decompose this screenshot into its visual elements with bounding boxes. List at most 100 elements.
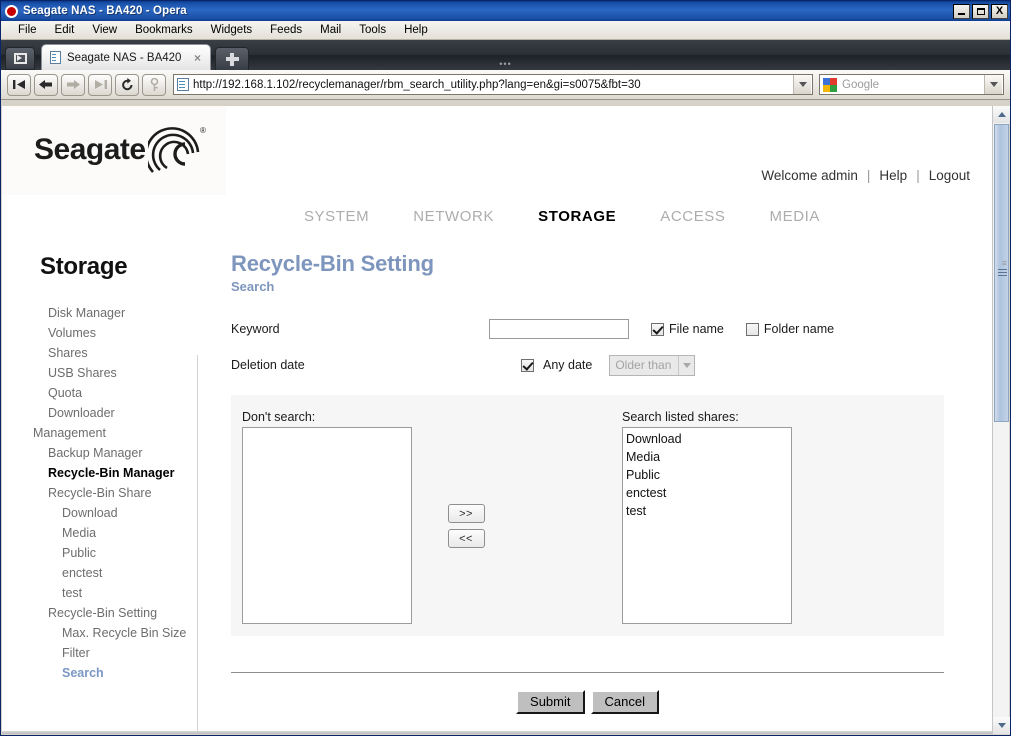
folder-name-checkbox-group[interactable]: Folder name: [745, 322, 835, 336]
last-page-button[interactable]: [88, 73, 112, 96]
scrollbar-grip: [998, 269, 1007, 277]
older-than-select[interactable]: Older than: [609, 354, 696, 376]
sidebar-item-test[interactable]: test: [2, 583, 197, 603]
any-date-checkbox[interactable]: [521, 358, 534, 372]
sidebar-item-enctest[interactable]: enctest: [2, 563, 197, 583]
nav-media[interactable]: MEDIA: [770, 208, 821, 225]
help-link[interactable]: Help: [879, 168, 907, 183]
transfer-buttons: >> <<: [421, 410, 511, 624]
menu-bar: File Edit View Bookmarks Widgets Feeds M…: [1, 21, 1010, 40]
scroll-down-button[interactable]: [993, 717, 1010, 734]
nav-storage[interactable]: STORAGE: [538, 208, 616, 225]
scrollbar-thumb[interactable]: [994, 124, 1009, 422]
menu-mail[interactable]: Mail: [311, 23, 350, 37]
folder-name-checkbox[interactable]: [745, 322, 759, 336]
menu-file[interactable]: File: [9, 23, 46, 37]
browser-tab[interactable]: Seagate NAS - BA420 ×: [41, 44, 211, 70]
seagate-wordmark: Seagate: [34, 133, 146, 166]
panels-toggle-button[interactable]: [5, 47, 35, 70]
dont-search-listbox[interactable]: [242, 427, 412, 624]
minimize-button[interactable]: [953, 3, 970, 19]
sidebar-item-filter[interactable]: Filter: [2, 643, 197, 663]
list-item[interactable]: test: [626, 502, 791, 520]
sidebar-item-quota[interactable]: Quota: [2, 383, 197, 403]
page-viewport: Seagate ® Welcome admin | Help | Logout …: [2, 106, 1010, 734]
folder-name-label: Folder name: [763, 322, 835, 336]
file-name-checkbox-group[interactable]: File name: [651, 322, 724, 336]
menu-view[interactable]: View: [83, 23, 126, 37]
any-date-checkbox-group[interactable]: Any date: [521, 358, 592, 372]
opera-logo-icon: [5, 4, 18, 18]
list-item[interactable]: Media: [626, 448, 791, 466]
menu-edit[interactable]: Edit: [46, 23, 84, 37]
forward-button[interactable]: [61, 73, 85, 96]
close-button[interactable]: X: [991, 3, 1008, 19]
security-key-icon[interactable]: [142, 73, 166, 96]
first-page-button[interactable]: [7, 73, 31, 96]
page-scrollbar[interactable]: ≡: [992, 106, 1010, 734]
scrollbar-marker: ≡: [1001, 258, 1007, 268]
chevron-up-icon: [997, 112, 1006, 117]
back-button[interactable]: [34, 73, 58, 96]
sidebar-item-media[interactable]: Media: [2, 523, 197, 543]
search-input[interactable]: Google: [819, 74, 1004, 95]
sidebar-item-max-recycle-bin-size[interactable]: Max. Recycle Bin Size: [2, 623, 197, 643]
keyword-input[interactable]: [489, 319, 629, 339]
sidebar-item-volumes[interactable]: Volumes: [2, 323, 197, 343]
sidebar-item-search[interactable]: Search: [2, 663, 197, 683]
sidebar-item-disk-manager[interactable]: Disk Manager: [2, 303, 197, 323]
cancel-button[interactable]: Cancel: [590, 690, 659, 714]
logout-link[interactable]: Logout: [929, 168, 970, 183]
list-item[interactable]: Public: [626, 466, 791, 484]
nav-access[interactable]: ACCESS: [660, 208, 725, 225]
submit-button[interactable]: Submit: [516, 690, 585, 714]
sidebar-item-downloader[interactable]: Downloader: [2, 403, 197, 423]
search-engine-dropdown[interactable]: [984, 75, 1002, 94]
chevron-down-icon: [997, 723, 1006, 728]
tab-close-icon[interactable]: ×: [191, 51, 204, 65]
sidebar-item-download[interactable]: Download: [2, 503, 197, 523]
google-icon: [823, 77, 837, 92]
older-than-value: Older than: [615, 358, 672, 372]
nav-network[interactable]: NETWORK: [413, 208, 494, 225]
list-item[interactable]: enctest: [626, 484, 791, 502]
sidebar-section-management: Management: [33, 426, 106, 440]
file-name-checkbox[interactable]: [651, 322, 664, 336]
url-input[interactable]: http://192.168.1.102/recyclemanager/rbm_…: [173, 74, 813, 95]
sidebar-item-public[interactable]: Public: [2, 543, 197, 563]
form-actions: Submit Cancel: [231, 690, 944, 714]
opera-browser-window: Seagate NAS - BA420 - Opera X File Edit …: [0, 0, 1011, 736]
nav-system[interactable]: SYSTEM: [304, 208, 369, 225]
new-tab-button[interactable]: [215, 47, 249, 70]
tabbar-grip: •••: [499, 59, 512, 69]
move-left-button[interactable]: <<: [447, 529, 485, 548]
welcome-text: Welcome admin: [761, 167, 858, 183]
search-listed-listbox[interactable]: Download Media Public enctest test: [622, 427, 792, 624]
menu-feeds[interactable]: Feeds: [261, 23, 311, 37]
page-subtitle: Search: [231, 279, 275, 294]
page-body: Storage Disk Manager Volumes Shares USB …: [2, 237, 992, 734]
url-dropdown-button[interactable]: [793, 75, 811, 94]
sidebar-item-shares[interactable]: Shares: [2, 343, 197, 363]
list-item[interactable]: Download: [626, 430, 791, 448]
window-controls: X: [953, 3, 1008, 19]
panel-icon: [13, 53, 27, 64]
reload-button[interactable]: [115, 73, 139, 96]
page-title: Recycle-Bin Setting: [231, 251, 434, 276]
sidebar-item-usb-shares[interactable]: USB Shares: [2, 363, 197, 383]
menu-tools[interactable]: Tools: [350, 23, 395, 37]
menu-bookmarks[interactable]: Bookmarks: [126, 23, 202, 37]
scroll-up-button[interactable]: [993, 106, 1010, 123]
window-title: Seagate NAS - BA420 - Opera: [23, 5, 187, 17]
sidebar-item-recycle-bin-share[interactable]: Recycle-Bin Share: [2, 483, 197, 503]
sidebar-item-backup-manager[interactable]: Backup Manager: [2, 443, 197, 463]
menu-widgets[interactable]: Widgets: [202, 23, 262, 37]
sidebar-item-recycle-bin-manager[interactable]: Recycle-Bin Manager: [2, 463, 197, 483]
chevron-down-icon: [798, 82, 807, 87]
menu-help[interactable]: Help: [395, 23, 437, 37]
maximize-button[interactable]: [972, 3, 989, 19]
site-header: Seagate ® Welcome admin | Help | Logout: [2, 106, 992, 195]
web-page: Seagate ® Welcome admin | Help | Logout …: [2, 106, 992, 734]
move-right-button[interactable]: >>: [447, 504, 485, 523]
sidebar-item-recycle-bin-setting[interactable]: Recycle-Bin Setting: [2, 603, 197, 623]
